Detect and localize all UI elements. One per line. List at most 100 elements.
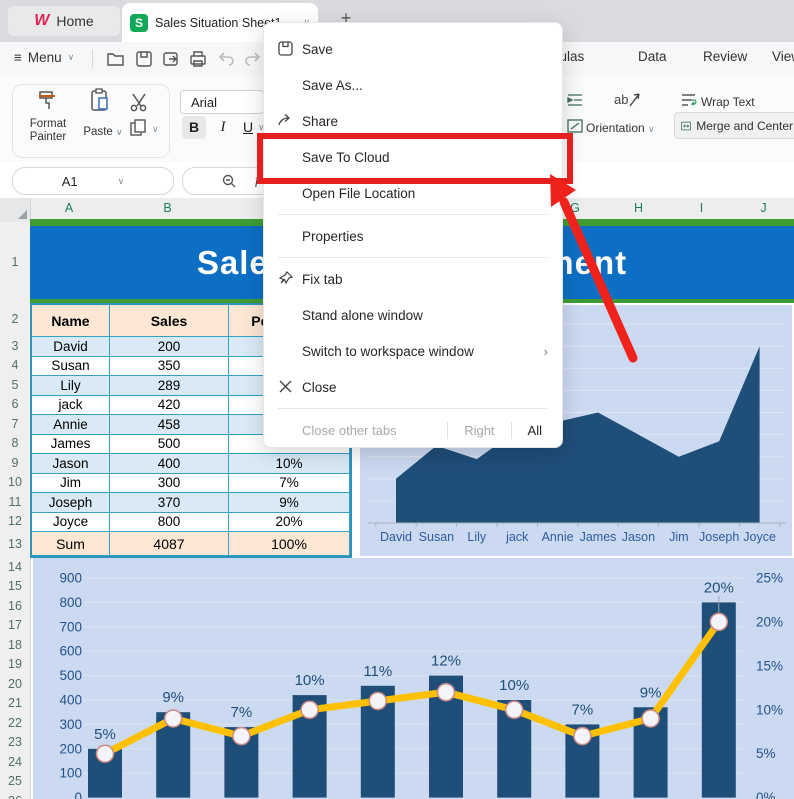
table-cell[interactable]: 300: [110, 473, 229, 493]
select-all-corner[interactable]: [0, 198, 31, 222]
format-painter-icon[interactable]: [34, 88, 60, 119]
menu-item-fix-tab[interactable]: Fix tab: [264, 261, 562, 297]
column-header-B[interactable]: B: [108, 201, 227, 215]
font-name-select[interactable]: Arial: [180, 90, 264, 114]
menu-item-stand-alone-window[interactable]: Stand alone window: [264, 297, 562, 333]
row-header-25[interactable]: 25: [0, 774, 30, 788]
table-sum-cell[interactable]: Sum: [32, 532, 110, 556]
indent-icon[interactable]: [566, 92, 584, 113]
row-header-3[interactable]: 3: [0, 339, 30, 353]
row-header-5[interactable]: 5: [0, 378, 30, 392]
table-cell[interactable]: Annie: [32, 415, 110, 435]
row-header-12[interactable]: 12: [0, 514, 30, 528]
column-header-A[interactable]: A: [30, 201, 108, 215]
wrap-text-button[interactable]: Wrap Text: [701, 95, 755, 109]
tab-home[interactable]: W Home: [8, 6, 120, 36]
italic-button[interactable]: I: [213, 116, 233, 139]
menu-item-save-as[interactable]: Save As...: [264, 67, 562, 103]
table-cell[interactable]: Joyce: [32, 512, 110, 532]
export-icon[interactable]: [161, 50, 181, 68]
table-cell[interactable]: Jim: [32, 473, 110, 493]
table-cell[interactable]: 420: [110, 395, 229, 415]
menu-item-share[interactable]: Share: [264, 103, 562, 139]
row-header-17[interactable]: 17: [0, 618, 30, 632]
menu-item-open-file-location[interactable]: Open File Location: [264, 175, 562, 211]
underline-button[interactable]: U: [238, 116, 258, 139]
table-cell[interactable]: 370: [110, 493, 229, 513]
orientation-button[interactable]: Orientation ∨: [586, 121, 655, 135]
print-icon[interactable]: [188, 50, 208, 68]
copy-icon[interactable]: [128, 118, 150, 143]
menu-footer-close-other-tabs[interactable]: Close other tabs: [302, 423, 431, 438]
row-header-11[interactable]: 11: [0, 495, 30, 509]
menu-item-switch-to-workspace-window[interactable]: Switch to workspace window ›: [264, 333, 562, 369]
menu-item-save[interactable]: Save: [264, 31, 562, 67]
table-cell[interactable]: 9%: [229, 493, 350, 513]
row-header-strip[interactable]: [0, 222, 31, 799]
ribbon-tab-review[interactable]: Review: [703, 49, 747, 64]
orientation-icon[interactable]: ab: [612, 88, 642, 119]
table-cell[interactable]: 458: [110, 415, 229, 435]
row-header-6[interactable]: 6: [0, 397, 30, 411]
table-header-cell[interactable]: Name: [32, 305, 110, 337]
namebox-chevron-down-icon[interactable]: ∨: [118, 176, 125, 187]
table-cell[interactable]: Joseph: [32, 493, 110, 513]
table-cell[interactable]: Susan: [32, 356, 110, 376]
row-header-8[interactable]: 8: [0, 436, 30, 450]
column-header-H[interactable]: H: [607, 201, 670, 215]
table-cell[interactable]: 400: [110, 454, 229, 474]
table-cell[interactable]: Lily: [32, 376, 110, 396]
table-sum-cell[interactable]: 100%: [229, 532, 350, 556]
table-cell[interactable]: 7%: [229, 473, 350, 493]
menu-item-save-to-cloud[interactable]: Save To Cloud: [264, 139, 562, 175]
ribbon-tab-data[interactable]: Data: [638, 49, 667, 64]
save-icon[interactable]: [134, 50, 154, 68]
table-cell[interactable]: 200: [110, 337, 229, 357]
format-painter-button[interactable]: Format Painter: [22, 118, 74, 144]
table-sum-cell[interactable]: 4087: [110, 532, 229, 556]
table-cell[interactable]: 800: [110, 512, 229, 532]
bold-button[interactable]: B: [182, 116, 206, 139]
text-rotate-icon[interactable]: [566, 118, 584, 139]
merge-and-center-button[interactable]: Merge and Center: [674, 112, 794, 139]
table-cell[interactable]: 500: [110, 434, 229, 454]
row-header-23[interactable]: 23: [0, 735, 30, 749]
table-cell[interactable]: jack: [32, 395, 110, 415]
combo-chart[interactable]: 900 800 700 600 500 400 300 200 100 0 25% 20% 15% 10%…: [33, 558, 794, 799]
paste-icon[interactable]: [88, 88, 112, 119]
table-cell[interactable]: 289: [110, 376, 229, 396]
row-header-7[interactable]: 7: [0, 417, 30, 431]
paste-button[interactable]: Paste ∨: [80, 126, 126, 138]
row-header-24[interactable]: 24: [0, 755, 30, 769]
ribbon-tab-view[interactable]: View: [772, 49, 794, 64]
row-header-15[interactable]: 15: [0, 579, 30, 593]
column-header-I[interactable]: I: [670, 201, 733, 215]
row-header-2[interactable]: 2: [0, 312, 30, 326]
column-header-J[interactable]: J: [733, 201, 794, 215]
copy-chevron-down-icon[interactable]: ∨: [152, 124, 159, 135]
cut-icon[interactable]: [128, 92, 150, 117]
row-header-14[interactable]: 14: [0, 560, 30, 574]
wrap-text-icon[interactable]: [680, 92, 697, 112]
row-header-26[interactable]: 26: [0, 794, 30, 799]
row-header-13[interactable]: 13: [0, 537, 30, 551]
table-cell[interactable]: Jason: [32, 454, 110, 474]
row-header-16[interactable]: 16: [0, 599, 30, 613]
table-cell[interactable]: 20%: [229, 512, 350, 532]
menu-button[interactable]: ≡ Menu ∨: [14, 50, 74, 65]
row-header-10[interactable]: 10: [0, 475, 30, 489]
table-cell[interactable]: 10%: [229, 454, 350, 474]
menu-footer-all[interactable]: All: [528, 423, 542, 438]
row-header-18[interactable]: 18: [0, 638, 30, 652]
menu-item-properties[interactable]: Properties: [264, 218, 562, 254]
row-header-22[interactable]: 22: [0, 716, 30, 730]
row-header-4[interactable]: 4: [0, 358, 30, 372]
open-folder-icon[interactable]: [106, 50, 126, 68]
row-header-19[interactable]: 19: [0, 657, 30, 671]
table-cell[interactable]: David: [32, 337, 110, 357]
menu-item-close[interactable]: Close: [264, 369, 562, 405]
row-header-21[interactable]: 21: [0, 696, 30, 710]
row-header-9[interactable]: 9: [0, 456, 30, 470]
table-cell[interactable]: James: [32, 434, 110, 454]
table-header-cell[interactable]: Sales: [110, 305, 229, 337]
